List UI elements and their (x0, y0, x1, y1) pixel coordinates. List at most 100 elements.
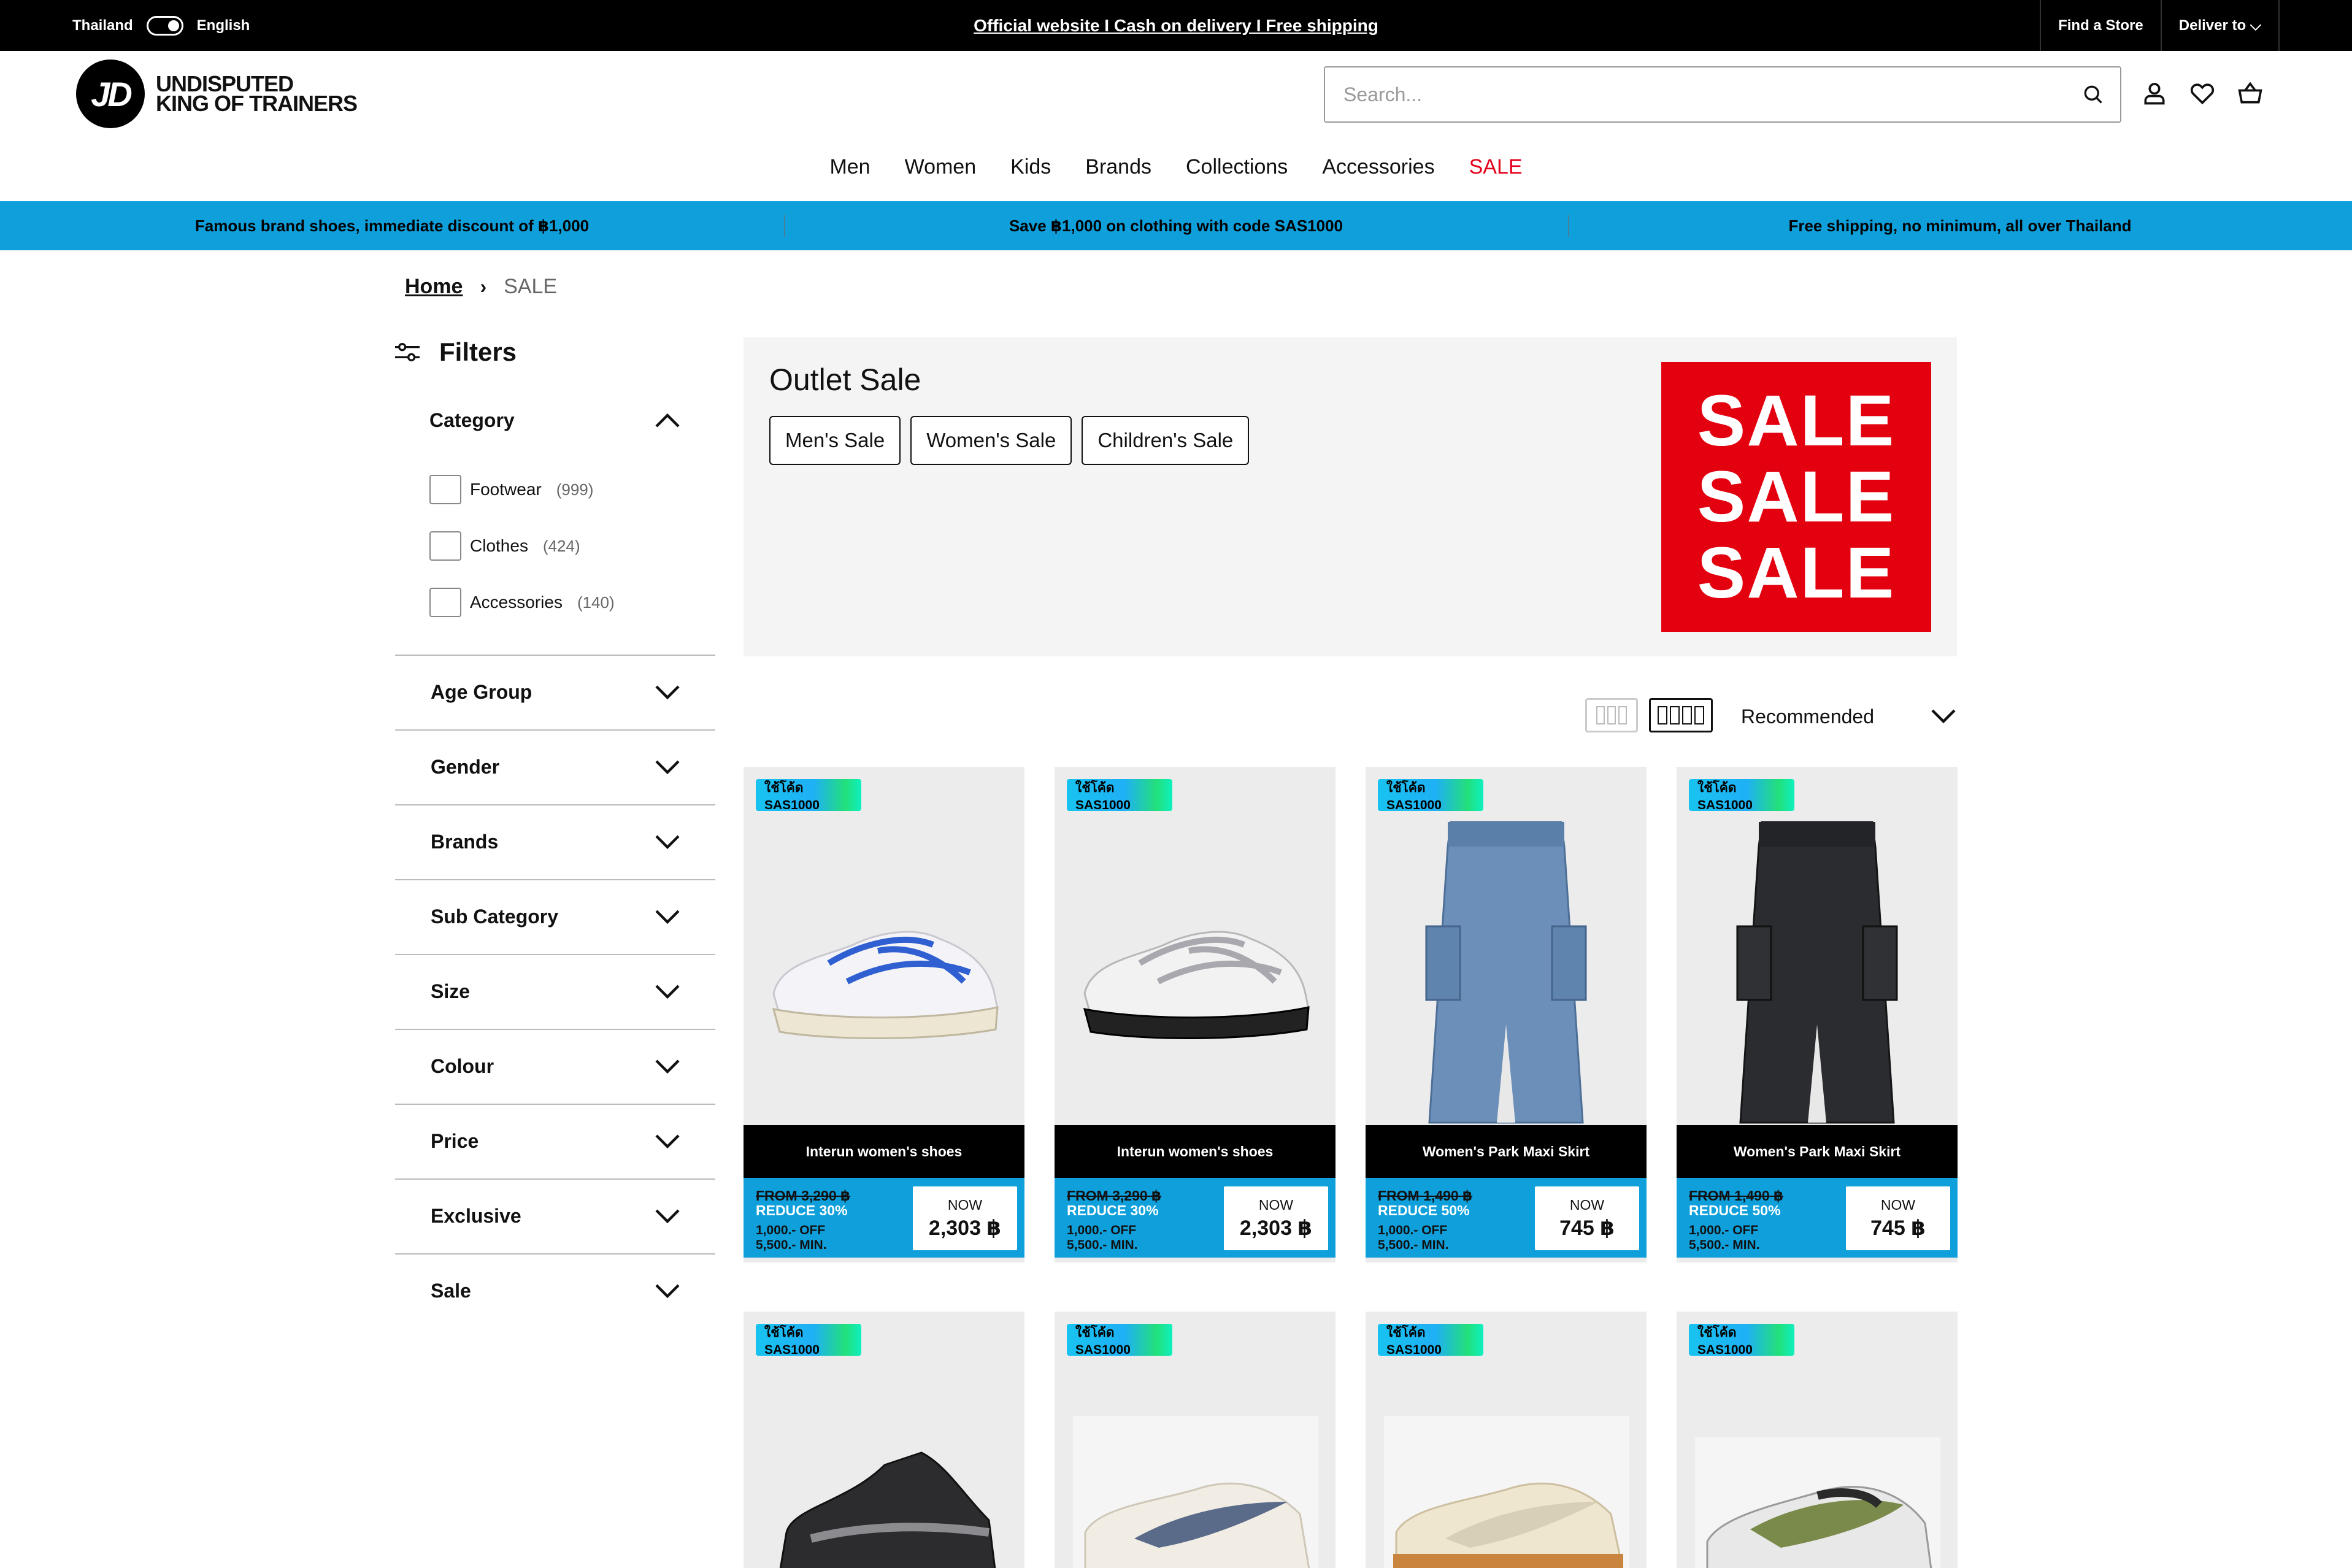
promo-item[interactable]: Save ฿1,000 on clothing with code SAS100… (784, 201, 1568, 250)
filter-option-label: Footwear (470, 480, 542, 499)
code-discount: 1,000.- OFF (1067, 1223, 1137, 1237)
product-card[interactable]: ใช้โค้ด SAS1000 (744, 1312, 1024, 1568)
sort-dropdown[interactable]: Recommended (1741, 698, 1957, 735)
promo-item[interactable]: Famous brand shoes, immediate discount o… (0, 201, 784, 250)
filter-group-label: Size (431, 980, 471, 1002)
filter-option-footwear[interactable]: Footwear (999) (429, 475, 593, 504)
filter-option-clothes[interactable]: Clothes (424) (429, 531, 580, 561)
filter-group-sub-category[interactable]: Sub Category (395, 879, 715, 954)
chevron-down-icon[interactable] (654, 834, 681, 851)
product-card[interactable]: ใช้โค้ด SAS1000 Interun women's shoes FR… (744, 767, 1024, 1262)
filter-group-label: Brands (431, 830, 499, 853)
discount-percent: REDUCE 30% (756, 1202, 848, 1218)
filters-header: Filters (393, 337, 517, 367)
grid-3-view-icon[interactable] (1585, 698, 1638, 732)
wishlist-heart-icon[interactable] (2189, 80, 2216, 107)
chevron-down-icon[interactable] (654, 1283, 681, 1300)
checkbox[interactable] (429, 475, 461, 504)
nav-kids[interactable]: Kids (1010, 147, 1051, 186)
chevron-down-icon[interactable] (1930, 708, 1957, 725)
nav-women[interactable]: Women (905, 147, 977, 186)
product-name[interactable]: Interun women's shoes (1055, 1125, 1335, 1178)
chevron-down-icon[interactable] (654, 1133, 681, 1150)
checkbox[interactable] (429, 531, 461, 561)
breadcrumb-home[interactable]: Home (405, 275, 463, 299)
filter-option-label: Accessories (470, 593, 563, 612)
now-label: NOW (947, 1196, 983, 1213)
nav-brands[interactable]: Brands (1085, 147, 1151, 186)
promo-code-tag: ใช้โค้ด SAS1000 (1689, 779, 1794, 812)
product-name[interactable]: Interun women's shoes (744, 1125, 1024, 1178)
chevron-down-icon[interactable] (654, 983, 681, 1001)
product-card[interactable]: ใช้โค้ด SAS1000 Interun women's shoes FR… (1055, 767, 1335, 1262)
basket-icon[interactable] (2237, 80, 2264, 107)
promo-code-tag: ใช้โค้ด SAS1000 (1067, 1324, 1172, 1357)
filter-group-label: Age Group (431, 680, 532, 703)
product-card[interactable]: ใช้โค้ด SAS1000 (1677, 1312, 1958, 1568)
filter-group-label: Price (431, 1129, 479, 1152)
search-input[interactable]: Search... (1324, 66, 2121, 123)
nav-men[interactable]: Men (829, 147, 870, 186)
min-spend: 5,500.- MIN. (1689, 1238, 1760, 1252)
nav-collections[interactable]: Collections (1186, 147, 1288, 186)
code-discount: 1,000.- OFF (756, 1223, 826, 1237)
search-icon[interactable] (2082, 83, 2104, 106)
filter-group-price[interactable]: Price (395, 1104, 715, 1178)
filter-option-accessories[interactable]: Accessories (140) (429, 588, 615, 617)
product-image[interactable] (1677, 816, 1958, 1124)
nav-accessories[interactable]: Accessories (1322, 147, 1434, 186)
product-image[interactable] (744, 816, 1024, 1123)
chevron-down-icon[interactable] (654, 759, 681, 776)
promo-item[interactable]: Free shipping, no minimum, all over Thai… (1568, 201, 2352, 250)
account-icon[interactable] (2141, 80, 2168, 107)
grid-4-view-icon[interactable] (1649, 698, 1713, 732)
site-logo[interactable]: JD UNDISPUTED KING OF TRAINERS (76, 60, 358, 128)
logo-mark: JD (76, 60, 145, 128)
chevron-down-icon[interactable] (654, 909, 681, 926)
find-store-link[interactable]: Find a Store (2040, 0, 2161, 51)
filter-group-colour[interactable]: Colour (395, 1029, 715, 1104)
product-price-panel: FROM 1,490 ฿ REDUCE 50% 1,000.- OFF 5,500… (1366, 1178, 1647, 1258)
deliver-to-dropdown[interactable]: Deliver to ⌵ (2160, 0, 2280, 51)
product-name[interactable]: Women's Park Maxi Skirt (1366, 1125, 1647, 1178)
chevron-down-icon[interactable] (654, 684, 681, 701)
childrens-sale-chip[interactable]: Children's Sale (1082, 416, 1250, 465)
chevron-down-icon[interactable] (654, 1058, 681, 1075)
filter-group-label: Sub Category (431, 905, 559, 928)
filter-option-label: Clothes (470, 536, 528, 555)
product-card[interactable]: ใช้โค้ด SAS1000 Women's Park Maxi Skirt … (1366, 767, 1647, 1262)
filter-group-gender[interactable]: Gender (395, 729, 715, 804)
chevron-down-icon[interactable] (654, 1208, 681, 1225)
shoe-silver-image (1083, 931, 1310, 1039)
product-card[interactable]: ใช้โค้ด SAS1000 (1366, 1312, 1647, 1568)
sale-word: SALE (1697, 380, 1896, 461)
language-toggle[interactable] (146, 15, 183, 36)
topbar-banner-link[interactable]: Official website I Cash on delivery I Fr… (0, 0, 2352, 51)
filter-option-count: (999) (556, 480, 594, 499)
nav-sale[interactable]: SALE (1469, 147, 1523, 186)
logo-line-2: KING OF TRAINERS (156, 91, 358, 116)
filter-group-size[interactable]: Size (395, 954, 715, 1029)
filter-group-category[interactable]: Category (429, 405, 681, 436)
shoe-killshot-navy-image (1073, 1416, 1318, 1568)
filter-sliders-icon (395, 343, 420, 361)
womens-sale-chip[interactable]: Women's Sale (910, 416, 1072, 465)
product-card[interactable]: ใช้โค้ด SAS1000 Women's Park Maxi Skirt … (1677, 767, 1958, 1262)
product-card[interactable]: ใช้โค้ด SAS1000 (1055, 1312, 1335, 1568)
mens-sale-chip[interactable]: Men's Sale (769, 416, 901, 465)
filter-option-count: (424) (542, 536, 580, 555)
product-price-panel: FROM 1,490 ฿ REDUCE 50% 1,000.- OFF 5,500… (1677, 1178, 1958, 1258)
filter-group-sale[interactable]: Sale (395, 1253, 715, 1328)
product-name[interactable]: Women's Park Maxi Skirt (1677, 1125, 1958, 1178)
filter-group-age-group[interactable]: Age Group (395, 655, 715, 729)
product-image[interactable] (1366, 816, 1647, 1124)
discount-percent: REDUCE 50% (1689, 1202, 1781, 1218)
locale-switch[interactable]: Thailand English (72, 0, 250, 51)
skirt-blue-image (1425, 821, 1587, 1124)
product-image[interactable] (1055, 816, 1335, 1123)
language-label: English (196, 17, 250, 34)
filter-group-exclusive[interactable]: Exclusive (395, 1178, 715, 1253)
chevron-up-icon[interactable] (654, 412, 681, 429)
checkbox[interactable] (429, 588, 461, 617)
filter-group-brands[interactable]: Brands (395, 804, 715, 879)
